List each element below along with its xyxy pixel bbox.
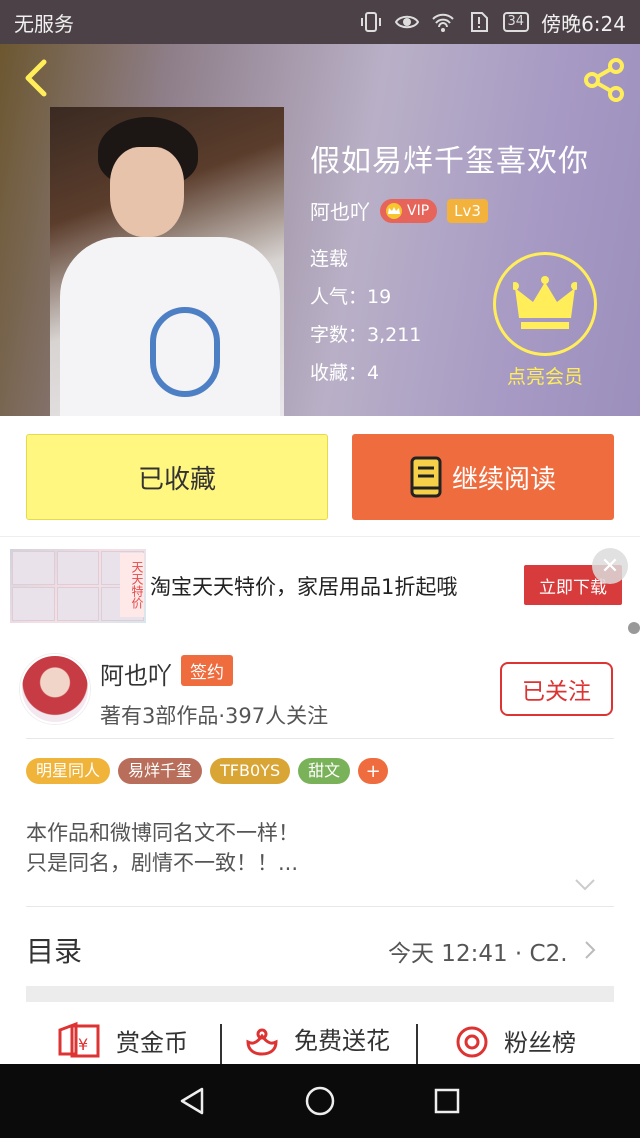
author-meta: 著有3部作品·397人关注 — [100, 704, 329, 728]
vip-badge: VIP — [380, 198, 438, 223]
action-bar: 已收藏 继续阅读 — [0, 416, 640, 536]
divider — [26, 738, 614, 739]
ad-tag: 天天特价 — [120, 553, 144, 617]
nav-home-icon[interactable] — [300, 1081, 340, 1121]
avatar[interactable] — [20, 654, 90, 724]
divider — [416, 1024, 418, 1064]
carrier-label: 无服务 — [14, 11, 74, 36]
clock: 傍晚6:24 — [541, 11, 626, 36]
crown-icon — [386, 202, 402, 219]
section-separator — [26, 986, 614, 1002]
popularity-stat: 人气：19 — [310, 286, 392, 308]
nav-back-icon[interactable] — [173, 1081, 213, 1121]
eye-icon — [394, 15, 419, 29]
tag-item[interactable]: 甜文 — [298, 758, 351, 784]
word-count-stat: 字数：3,211 — [310, 324, 422, 346]
author-link[interactable]: 阿也吖 — [310, 196, 370, 225]
system-nav-bar — [0, 1064, 640, 1138]
crown-icon — [513, 276, 577, 329]
share-icon[interactable] — [580, 56, 628, 104]
chevron-right-icon[interactable] — [584, 940, 596, 960]
author-row: 阿也吖 VIP Lv3 — [310, 196, 488, 225]
tag-item[interactable]: 易烊千玺 — [118, 758, 203, 784]
add-tag-button[interactable]: + — [358, 758, 389, 784]
divider — [26, 906, 614, 907]
book-icon — [410, 456, 442, 498]
free-flower-button[interactable]: 免费送花 — [244, 1020, 390, 1056]
ad-close-icon[interactable]: ✕ — [592, 548, 628, 584]
support-actions: ¥ 赏金币 免费送花 粉丝榜 — [0, 1020, 640, 1064]
book-title: 假如易烊千玺喜欢你 — [310, 144, 589, 179]
member-label: 点亮会员 — [506, 366, 583, 388]
book-cover-image[interactable] — [50, 107, 284, 416]
author-name[interactable]: 阿也吖 — [100, 656, 172, 691]
tag-item[interactable]: 明星同人 — [26, 758, 111, 784]
fan-ranking-button[interactable]: 粉丝榜 — [454, 1020, 576, 1060]
book-header: 假如易烊千玺喜欢你 阿也吖 VIP Lv3 连载 人气：19 字数：3,211 … — [0, 44, 640, 416]
sim-alert-icon — [470, 12, 488, 32]
author-section: 阿也吖 签约 著有3部作品·397人关注 已关注 明星同人 易烊千玺 TFB0Y… — [0, 634, 640, 1064]
nav-recents-icon[interactable] — [427, 1081, 467, 1121]
vibrate-icon — [360, 12, 381, 32]
back-icon[interactable] — [14, 54, 58, 102]
flower-icon — [246, 1028, 278, 1056]
book-description[interactable]: 本作品和微博同名文不一样！ 只是同名，剧情不一致！！... — [26, 818, 299, 878]
toc-latest-update[interactable]: 今天 12:41 · C2. — [388, 934, 568, 968]
favorites-stat: 收藏：4 — [310, 362, 380, 384]
divider — [220, 1024, 222, 1064]
svg-text:¥: ¥ — [78, 1035, 88, 1054]
tag-list: 明星同人 易烊千玺 TFB0YS 甜文 + — [26, 758, 389, 784]
wifi-icon — [431, 13, 454, 32]
tag-item[interactable]: TFB0YS — [210, 758, 291, 784]
chevron-down-icon[interactable] — [574, 878, 596, 892]
serial-status: 连载 — [310, 248, 349, 270]
status-bar: 无服务 34 傍晚6:24 — [0, 0, 640, 44]
status-icons: 34 傍晚6:24 — [359, 8, 626, 37]
ad-text: 淘宝天天特价，家居用品1折起哦 — [150, 575, 458, 599]
continue-reading-button[interactable]: 继续阅读 — [352, 434, 614, 520]
battery-indicator: 34 — [502, 12, 530, 32]
reward-coins-button[interactable]: ¥ 赏金币 — [56, 1020, 188, 1060]
red-envelope-icon: ¥ — [58, 1021, 100, 1058]
collected-button[interactable]: 已收藏 — [26, 434, 328, 520]
ad-banner[interactable]: 天天特价 淘宝天天特价，家居用品1折起哦 立即下载 — [0, 536, 640, 634]
ad-info-icon[interactable] — [628, 622, 640, 634]
toc-label[interactable]: 目录 — [26, 930, 82, 970]
member-button[interactable]: 点亮会员 — [490, 252, 600, 389]
follow-button[interactable]: 已关注 — [500, 662, 613, 716]
level-badge: Lv3 — [447, 198, 488, 223]
signed-badge: 签约 — [181, 655, 233, 686]
medal-icon — [456, 1026, 488, 1058]
